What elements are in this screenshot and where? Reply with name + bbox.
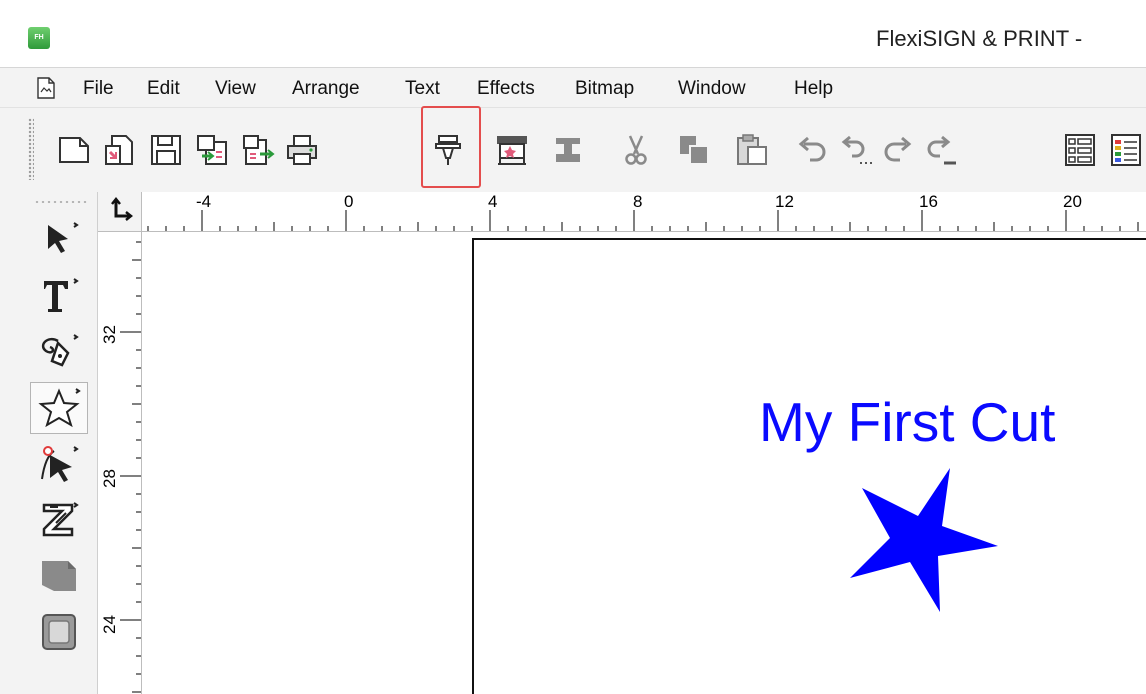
undo-list-button[interactable] — [836, 128, 876, 172]
fill-tool-icon — [42, 561, 76, 591]
pen-tool[interactable] — [30, 326, 88, 378]
shape-star-tool-icon — [38, 388, 81, 428]
undo-list-icon — [841, 135, 872, 164]
text-tool[interactable] — [30, 270, 88, 322]
horizontal-ruler[interactable]: -4 0 4 8 12 16 20 — [142, 192, 1146, 232]
menu-arrange[interactable]: Arrange — [292, 78, 360, 100]
color-palette-icon — [1111, 134, 1141, 166]
ruler-h-label: 20 — [1063, 192, 1082, 211]
scissors-icon — [625, 135, 647, 165]
print-icon — [287, 135, 317, 165]
rip-and-print-icon — [497, 136, 527, 165]
copy-icon — [680, 136, 709, 165]
paste-icon — [737, 134, 767, 165]
pen-tool-icon — [41, 334, 79, 367]
ruler-v-label: 24 — [100, 615, 119, 634]
zigzag-tool[interactable] — [30, 494, 88, 546]
menu-edit[interactable]: Edit — [147, 78, 180, 100]
document-icon[interactable] — [36, 77, 56, 99]
redo-list-icon — [927, 135, 956, 165]
ruler-h-label: -4 — [196, 192, 212, 211]
highlight-annotation-box — [421, 106, 481, 188]
copy-button[interactable] — [674, 128, 714, 172]
star-shape-object[interactable] — [842, 460, 1002, 620]
menu-bar: File Edit View Arrange Text Effects Bitm… — [0, 68, 1146, 108]
fill-tool[interactable] — [30, 550, 88, 602]
print-button[interactable] — [282, 128, 322, 172]
ruler-v-label: 32 — [100, 325, 119, 344]
horizontal-ruler-ticks — [147, 210, 1139, 231]
toolbox-grip-handle[interactable] — [34, 200, 88, 204]
ruler-h-label: 12 — [775, 192, 794, 211]
ruler-v-label: 28 — [100, 469, 119, 488]
toolbar-grip-handle[interactable] — [28, 118, 34, 180]
new-icon — [59, 137, 89, 163]
menu-text[interactable]: Text — [405, 78, 440, 100]
scissors-button[interactable] — [616, 128, 656, 172]
redo-list-button[interactable] — [920, 128, 960, 172]
star-shape-tool[interactable] — [30, 382, 88, 434]
weed-button[interactable] — [548, 128, 588, 172]
rip-and-print-button[interactable] — [492, 128, 532, 172]
node-edit-tool-icon — [41, 446, 79, 482]
zigzag-tool-icon — [42, 502, 79, 537]
menu-view[interactable]: View — [215, 78, 256, 100]
save-icon — [151, 135, 181, 165]
design-canvas[interactable]: My First Cut — [143, 233, 1146, 694]
menu-window[interactable]: Window — [678, 78, 746, 100]
undo-icon — [798, 136, 826, 162]
select-tool-icon — [48, 222, 79, 253]
toolbox-panel — [0, 192, 98, 694]
new-button[interactable] — [54, 128, 94, 172]
standard-toolbar — [0, 108, 1146, 192]
import-icon — [197, 135, 227, 165]
redo-button[interactable] — [878, 128, 918, 172]
page-media-area[interactable]: My First Cut — [472, 238, 1146, 694]
redo-icon — [884, 136, 912, 162]
vertical-ruler[interactable]: 32 28 24 — [98, 232, 142, 694]
position-size-icon — [1065, 134, 1095, 166]
menu-effects[interactable]: Effects — [477, 78, 535, 100]
text-tool-icon — [44, 278, 79, 312]
title-bar: FH FlexiSIGN & PRINT - — [0, 0, 1146, 68]
ruler-origin-icon — [111, 196, 134, 221]
color-palette-button[interactable] — [1106, 128, 1146, 172]
frame-tool[interactable] — [30, 606, 88, 658]
paste-button[interactable] — [732, 128, 772, 172]
save-button[interactable] — [146, 128, 186, 172]
ruler-h-label: 16 — [919, 192, 938, 211]
window-title: FlexiSIGN & PRINT - — [876, 26, 1083, 51]
menu-help[interactable]: Help — [794, 78, 833, 100]
export-icon — [243, 135, 275, 165]
open-button[interactable] — [100, 128, 140, 172]
app-logo-icon: FH — [28, 27, 50, 49]
ruler-h-label: 4 — [488, 192, 498, 211]
position-size-button[interactable] — [1060, 128, 1100, 172]
import-button[interactable] — [192, 128, 232, 172]
menu-file[interactable]: File — [83, 78, 114, 100]
canvas-text-object[interactable]: My First Cut — [759, 390, 1055, 454]
open-icon — [105, 135, 133, 165]
menu-bitmap[interactable]: Bitmap — [575, 78, 634, 100]
frame-tool-icon — [42, 614, 76, 650]
ruler-h-label: 0 — [344, 192, 354, 211]
select-tool[interactable] — [30, 214, 88, 266]
ruler-h-label: 8 — [633, 192, 643, 211]
undo-button[interactable] — [792, 128, 832, 172]
ruler-origin-corner[interactable] — [98, 192, 142, 232]
export-button[interactable] — [238, 128, 278, 172]
weed-icon — [556, 138, 580, 162]
node-edit-tool[interactable] — [30, 438, 88, 490]
